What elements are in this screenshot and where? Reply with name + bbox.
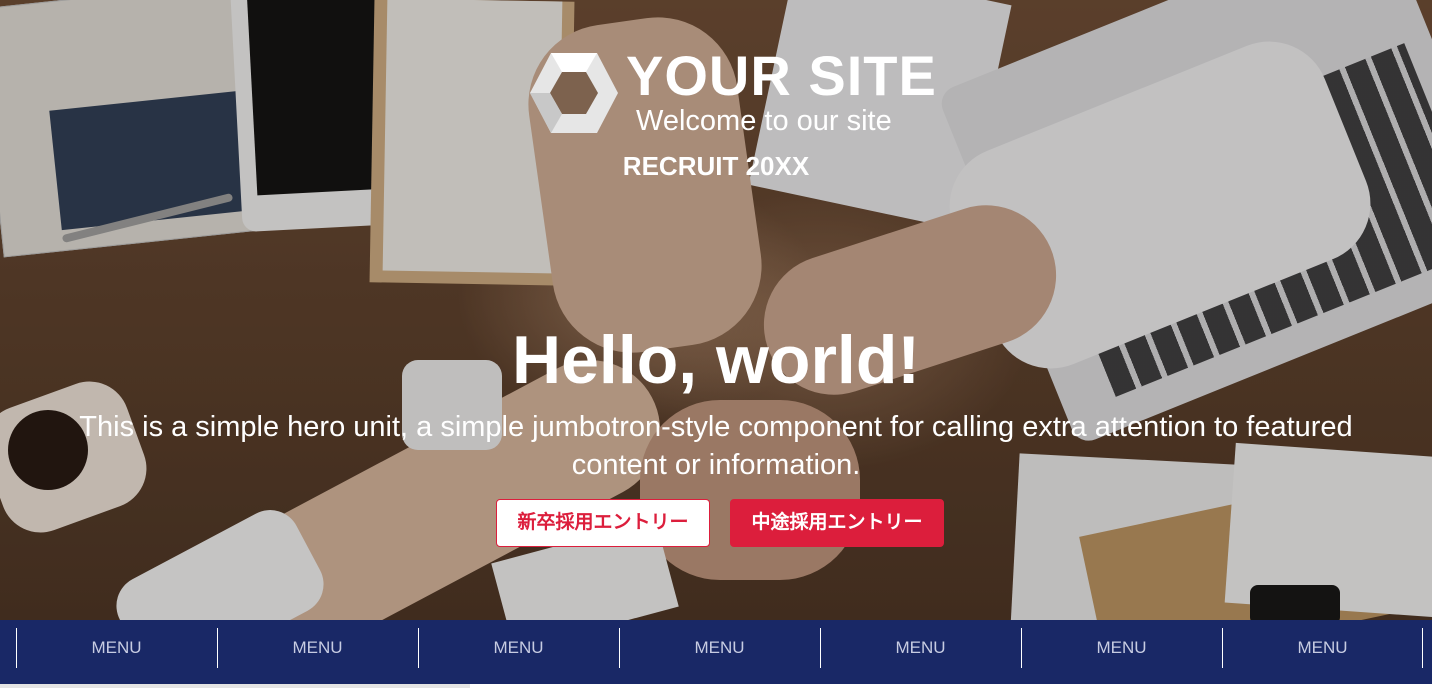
mid-career-entry-button[interactable]: 中途採用エントリー [730, 499, 944, 547]
recruit-label: RECRUIT 20XX [622, 151, 810, 181]
menu-item-4[interactable]: MENU [619, 628, 820, 668]
page-bottom-strip [0, 684, 470, 688]
menu-separator [1422, 628, 1423, 668]
hexagon-logo-icon [530, 53, 618, 133]
menu-item-1[interactable]: MENU [16, 628, 217, 668]
site-logo[interactable]: YOUR SITE Welcome to our site [528, 46, 936, 141]
site-name: YOUR SITE [626, 44, 937, 107]
site-tagline: Welcome to our site [636, 105, 892, 137]
menu-item-5[interactable]: MENU [820, 628, 1021, 668]
main-menu-bar: MENU MENU MENU MENU MENU MENU MENU [0, 620, 1432, 684]
hero-section: YOUR SITE Welcome to our site RECRUIT 20… [0, 0, 1432, 620]
hero-title: Hello, world! [512, 322, 920, 398]
new-grad-entry-button[interactable]: 新卒採用エントリー [496, 499, 710, 547]
hero-lead: This is a simple hero unit, a simple jum… [79, 411, 1353, 481]
menu-item-2[interactable]: MENU [217, 628, 418, 668]
menu-item-7[interactable]: MENU [1222, 628, 1423, 668]
menu-item-3[interactable]: MENU [418, 628, 619, 668]
menu-item-6[interactable]: MENU [1021, 628, 1222, 668]
